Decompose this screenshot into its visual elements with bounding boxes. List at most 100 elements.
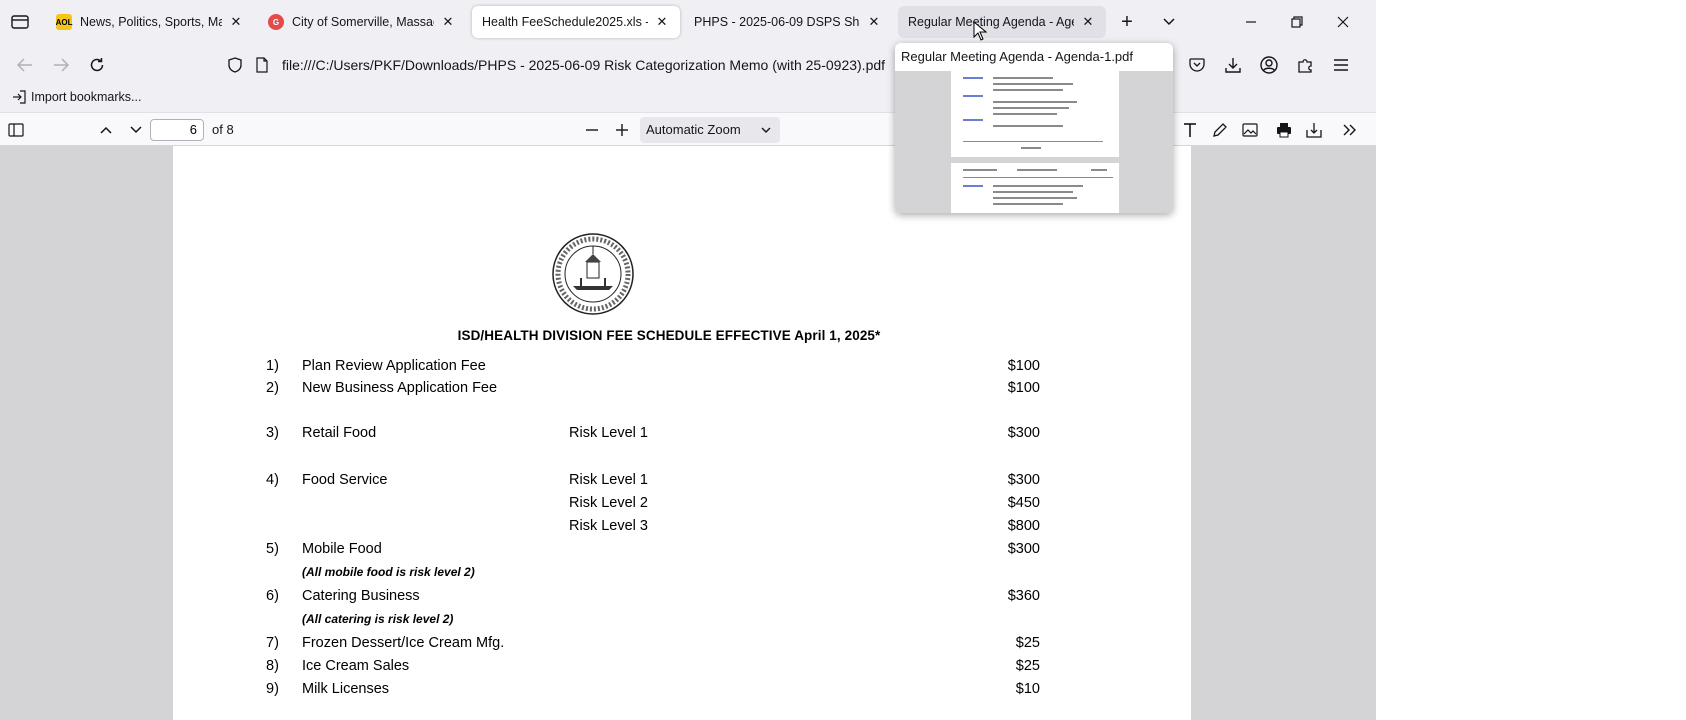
close-icon[interactable]: ✕ <box>440 14 456 30</box>
print-icon <box>1277 123 1291 138</box>
close-icon[interactable]: ✕ <box>1080 14 1096 30</box>
back-button[interactable] <box>12 52 38 78</box>
tab-health-fee-schedule[interactable]: Health FeeSchedule2025.xls - PHP ✕ <box>472 6 680 38</box>
pdf-page: ISD/HEALTH DIVISION FEE SCHEDULE EFFECTI… <box>173 146 1191 720</box>
fee-amount: $100 <box>1007 380 1040 396</box>
import-bookmarks-label: Import bookmarks... <box>31 90 142 104</box>
pen-icon <box>1213 123 1227 137</box>
save-button[interactable] <box>1302 118 1326 142</box>
draw-button[interactable] <box>1208 118 1232 142</box>
fee-amount: $450 <box>1007 495 1040 511</box>
fee-note-row: (All mobile food is risk level 2) <box>173 565 1191 585</box>
tab-somerville[interactable]: G City of Somerville, Massachus ✕ <box>258 6 466 38</box>
tab-title: Regular Meeting Agenda - Agen <box>908 15 1074 29</box>
tab-title: Health FeeSchedule2025.xls - PHP <box>482 15 648 29</box>
fee-note-text: (All mobile food is risk level 2) <box>302 565 475 579</box>
zoom-select[interactable]: Automatic Zoom <box>640 117 780 143</box>
fee-note-row: (All catering is risk level 2) <box>173 612 1191 632</box>
fee-amount: $300 <box>1007 541 1040 557</box>
fee-item-number: 4) <box>266 472 279 488</box>
tab-preview-thumbnail <box>895 71 1173 213</box>
url-text: file:///C:/Users/PKF/Downloads/PHPS - 20… <box>282 57 886 73</box>
toggle-sidebar-button[interactable] <box>4 118 28 142</box>
zoom-out-button[interactable] <box>580 118 604 142</box>
add-text-button[interactable] <box>1178 118 1202 142</box>
page-number-input[interactable]: 6 <box>150 119 204 141</box>
new-tab-button[interactable]: + <box>1114 10 1140 34</box>
restore-button[interactable] <box>1282 8 1312 36</box>
extensions-button[interactable] <box>1292 52 1318 78</box>
fee-risk-level: Risk Level 1 <box>569 472 648 488</box>
print-button[interactable] <box>1272 118 1296 142</box>
window-close-button[interactable] <box>1328 8 1358 36</box>
chevron-down-icon <box>130 126 142 134</box>
browser-window: AOL News, Politics, Sports, Mail & ✕ G C… <box>0 0 1376 720</box>
reload-button[interactable] <box>84 52 110 78</box>
list-all-tabs-button[interactable] <box>1156 10 1182 34</box>
fee-amount: $300 <box>1007 425 1040 441</box>
tab-title: PHPS - 2025-06-09 DSPS Shared <box>694 15 860 29</box>
pocket-icon <box>1189 58 1205 72</box>
downloads-button[interactable] <box>1220 52 1246 78</box>
image-icon <box>1242 123 1258 137</box>
fee-item-number: 7) <box>266 635 279 651</box>
fee-item-name: Plan Review Application Fee <box>302 358 486 374</box>
mouse-cursor-icon <box>973 21 987 41</box>
plus-icon: + <box>1121 10 1133 33</box>
fee-amount: $360 <box>1007 588 1040 604</box>
fee-amount: $25 <box>1015 635 1040 651</box>
tab-preview-popup: Regular Meeting Agenda - Agenda-1.pdf <box>895 43 1173 213</box>
next-page-button[interactable] <box>124 118 148 142</box>
download-icon <box>1225 58 1241 73</box>
fee-item-name: Mobile Food <box>302 541 382 557</box>
tab-phps-dsps[interactable]: PHPS - 2025-06-09 DSPS Shared ✕ <box>684 6 892 38</box>
desktop-background <box>1376 0 1686 720</box>
tools-menu-button[interactable] <box>1338 118 1362 142</box>
fee-row: 6) Catering Business $360 <box>173 588 1191 608</box>
close-icon[interactable]: ✕ <box>866 14 882 30</box>
pocket-button[interactable] <box>1184 52 1210 78</box>
somerville-favicon-icon: G <box>268 14 284 30</box>
firefox-view-icon <box>11 15 29 29</box>
minimize-button[interactable] <box>1236 8 1266 36</box>
close-icon[interactable]: ✕ <box>228 14 244 30</box>
fee-item-number: 5) <box>266 541 279 557</box>
text-icon <box>1184 123 1196 137</box>
document-title: ISD/HEALTH DIVISION FEE SCHEDULE EFFECTI… <box>457 328 881 343</box>
account-button[interactable] <box>1256 52 1282 78</box>
fee-row: 4) Food Service Risk Level 1 $300 <box>173 472 1191 492</box>
zoom-in-button[interactable] <box>610 118 634 142</box>
tab-regular-meeting-agenda[interactable]: Regular Meeting Agenda - Agen ✕ <box>898 6 1106 38</box>
fee-item-name: New Business Application Fee <box>302 380 498 396</box>
fee-risk-level: Risk Level 1 <box>569 425 648 441</box>
import-icon <box>13 90 26 104</box>
fee-row: 3) Retail Food Risk Level 1 $300 <box>173 425 1191 445</box>
app-menu-button[interactable] <box>1328 52 1354 78</box>
fee-row: 5) Mobile Food $300 <box>173 541 1191 561</box>
fee-row: Risk Level 2 $450 <box>173 495 1191 515</box>
add-image-button[interactable] <box>1238 118 1262 142</box>
tab-aol[interactable]: AOL News, Politics, Sports, Mail & ✕ <box>46 6 254 38</box>
fee-row: Risk Level 3 $800 <box>173 518 1191 538</box>
previous-page-button[interactable] <box>94 118 118 142</box>
fee-item-name: Food Service <box>302 472 388 488</box>
hamburger-menu-icon <box>1334 59 1348 71</box>
sidebar-icon <box>8 123 24 137</box>
fee-item-number: 8) <box>266 658 279 674</box>
chevron-up-icon <box>100 126 112 134</box>
import-bookmarks-button[interactable]: Import bookmarks... <box>12 90 141 104</box>
forward-button[interactable] <box>48 52 74 78</box>
tab-strip: AOL News, Politics, Sports, Mail & ✕ G C… <box>0 0 1376 44</box>
firefox-view-button[interactable] <box>8 10 32 34</box>
aol-favicon-icon: AOL <box>56 14 72 30</box>
somerville-city-seal-icon <box>552 233 634 315</box>
arrow-left-icon <box>17 58 32 72</box>
pdf-viewer[interactable]: ISD/HEALTH DIVISION FEE SCHEDULE EFFECTI… <box>0 146 1376 720</box>
fee-amount: $10 <box>1015 681 1040 697</box>
fee-risk-level: Risk Level 3 <box>569 518 648 534</box>
close-icon[interactable]: ✕ <box>654 14 670 30</box>
fee-note-text: (All catering is risk level 2) <box>302 612 454 626</box>
page-count-label: of 8 <box>212 122 234 137</box>
fee-amount: $100 <box>1007 358 1040 374</box>
file-icon <box>256 57 268 73</box>
